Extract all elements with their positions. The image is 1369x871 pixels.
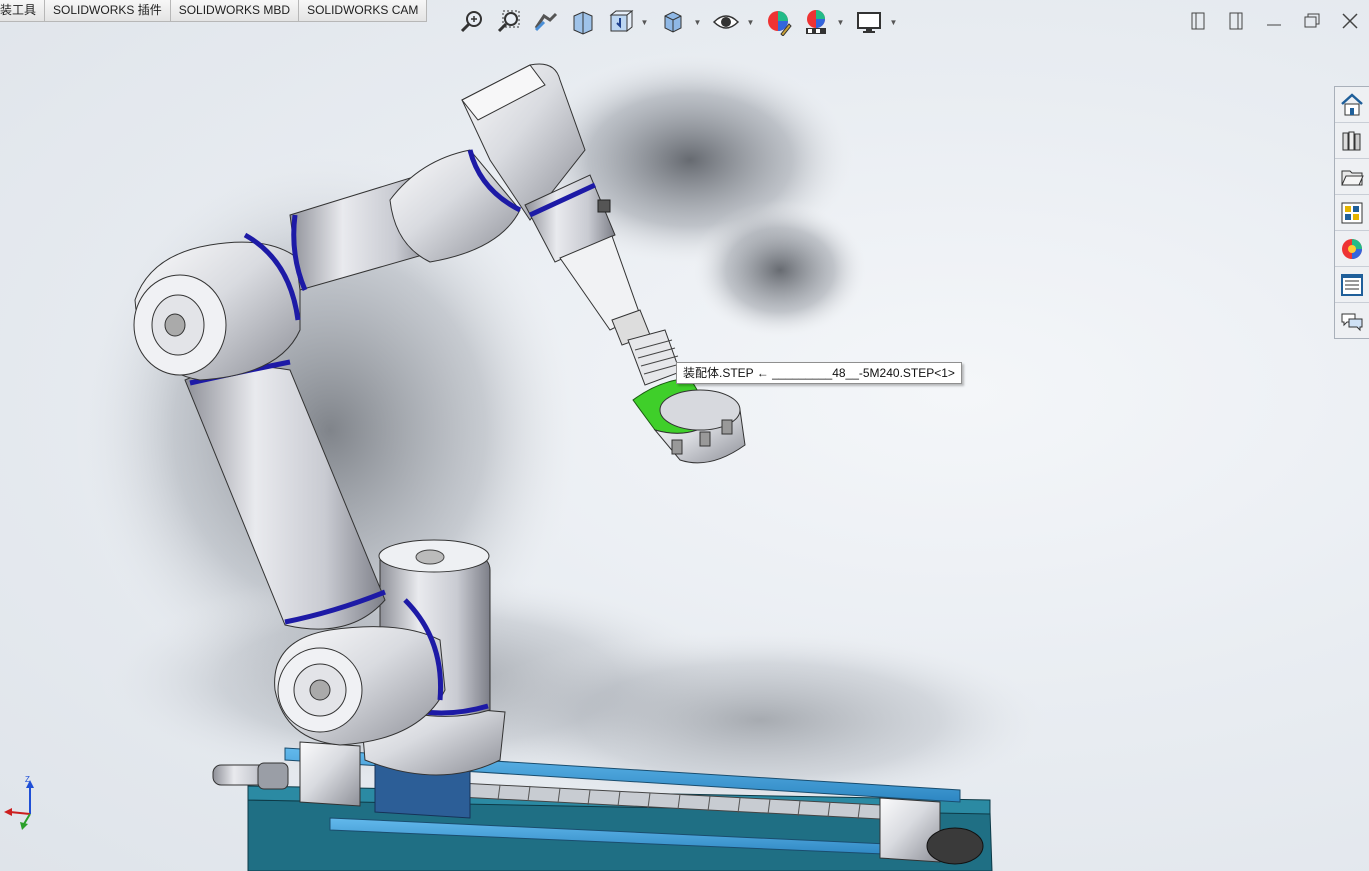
task-pane [1334, 86, 1369, 339]
previous-view-icon[interactable] [529, 6, 563, 38]
tab-tools[interactable]: 装工具 [0, 0, 46, 22]
chevron-down-icon[interactable]: ▼ [889, 6, 898, 38]
restore-icon[interactable] [1293, 6, 1331, 36]
minimize-icon[interactable] [1255, 6, 1293, 36]
file-explorer-icon[interactable] [1335, 159, 1369, 195]
x-axis [9, 811, 31, 815]
graphics-area[interactable]: 装工具 SOLIDWORKS 插件 SOLIDWORKS MBD SOLIDWO… [0, 0, 1369, 871]
tab-solidworks-cam[interactable]: SOLIDWORKS CAM [299, 0, 428, 22]
chevron-down-icon[interactable]: ▼ [746, 6, 755, 38]
command-manager-tabs: 装工具 SOLIDWORKS 插件 SOLIDWORKS MBD SOLIDWO… [0, 0, 428, 22]
component-tooltip: 装配体.STEP ← _________48__-5M240.STEP<1> [676, 362, 962, 384]
tab-solidworks-addins[interactable]: SOLIDWORKS 插件 [45, 0, 171, 22]
design-library-icon[interactable] [1335, 123, 1369, 159]
heads-up-view-toolbar: ▼ ▼ ▼ ▼ ▼ [455, 6, 902, 38]
display-style-icon[interactable] [656, 6, 690, 38]
view-palette-icon[interactable] [1335, 195, 1369, 231]
close-icon[interactable] [1331, 6, 1369, 36]
chevron-down-icon[interactable]: ▼ [693, 6, 702, 38]
apply-scene-icon[interactable] [799, 6, 833, 38]
zoom-to-area-icon[interactable] [492, 6, 526, 38]
view-orientation-icon[interactable] [603, 6, 637, 38]
tile-right-icon[interactable] [1217, 6, 1255, 36]
tile-left-icon[interactable] [1179, 6, 1217, 36]
edit-appearance-icon[interactable] [762, 6, 796, 38]
section-view-icon[interactable] [566, 6, 600, 38]
reference-triad: Z [4, 775, 34, 830]
zoom-to-fit-icon[interactable] [455, 6, 489, 38]
custom-properties-icon[interactable] [1335, 267, 1369, 303]
forum-icon[interactable] [1335, 303, 1369, 338]
window-controls [1179, 6, 1369, 36]
y-axis [23, 813, 31, 825]
view-settings-icon[interactable] [852, 6, 886, 38]
appearances-scenes-icon[interactable] [1335, 231, 1369, 267]
chevron-down-icon[interactable]: ▼ [640, 6, 649, 38]
tab-solidworks-mbd[interactable]: SOLIDWORKS MBD [170, 0, 300, 22]
robot-arm-model[interactable] [0, 0, 1369, 871]
solidworks-resources-icon[interactable] [1335, 87, 1369, 123]
z-axis-label: Z [25, 775, 30, 784]
hide-show-items-icon[interactable] [709, 6, 743, 38]
chevron-down-icon[interactable]: ▼ [836, 6, 845, 38]
